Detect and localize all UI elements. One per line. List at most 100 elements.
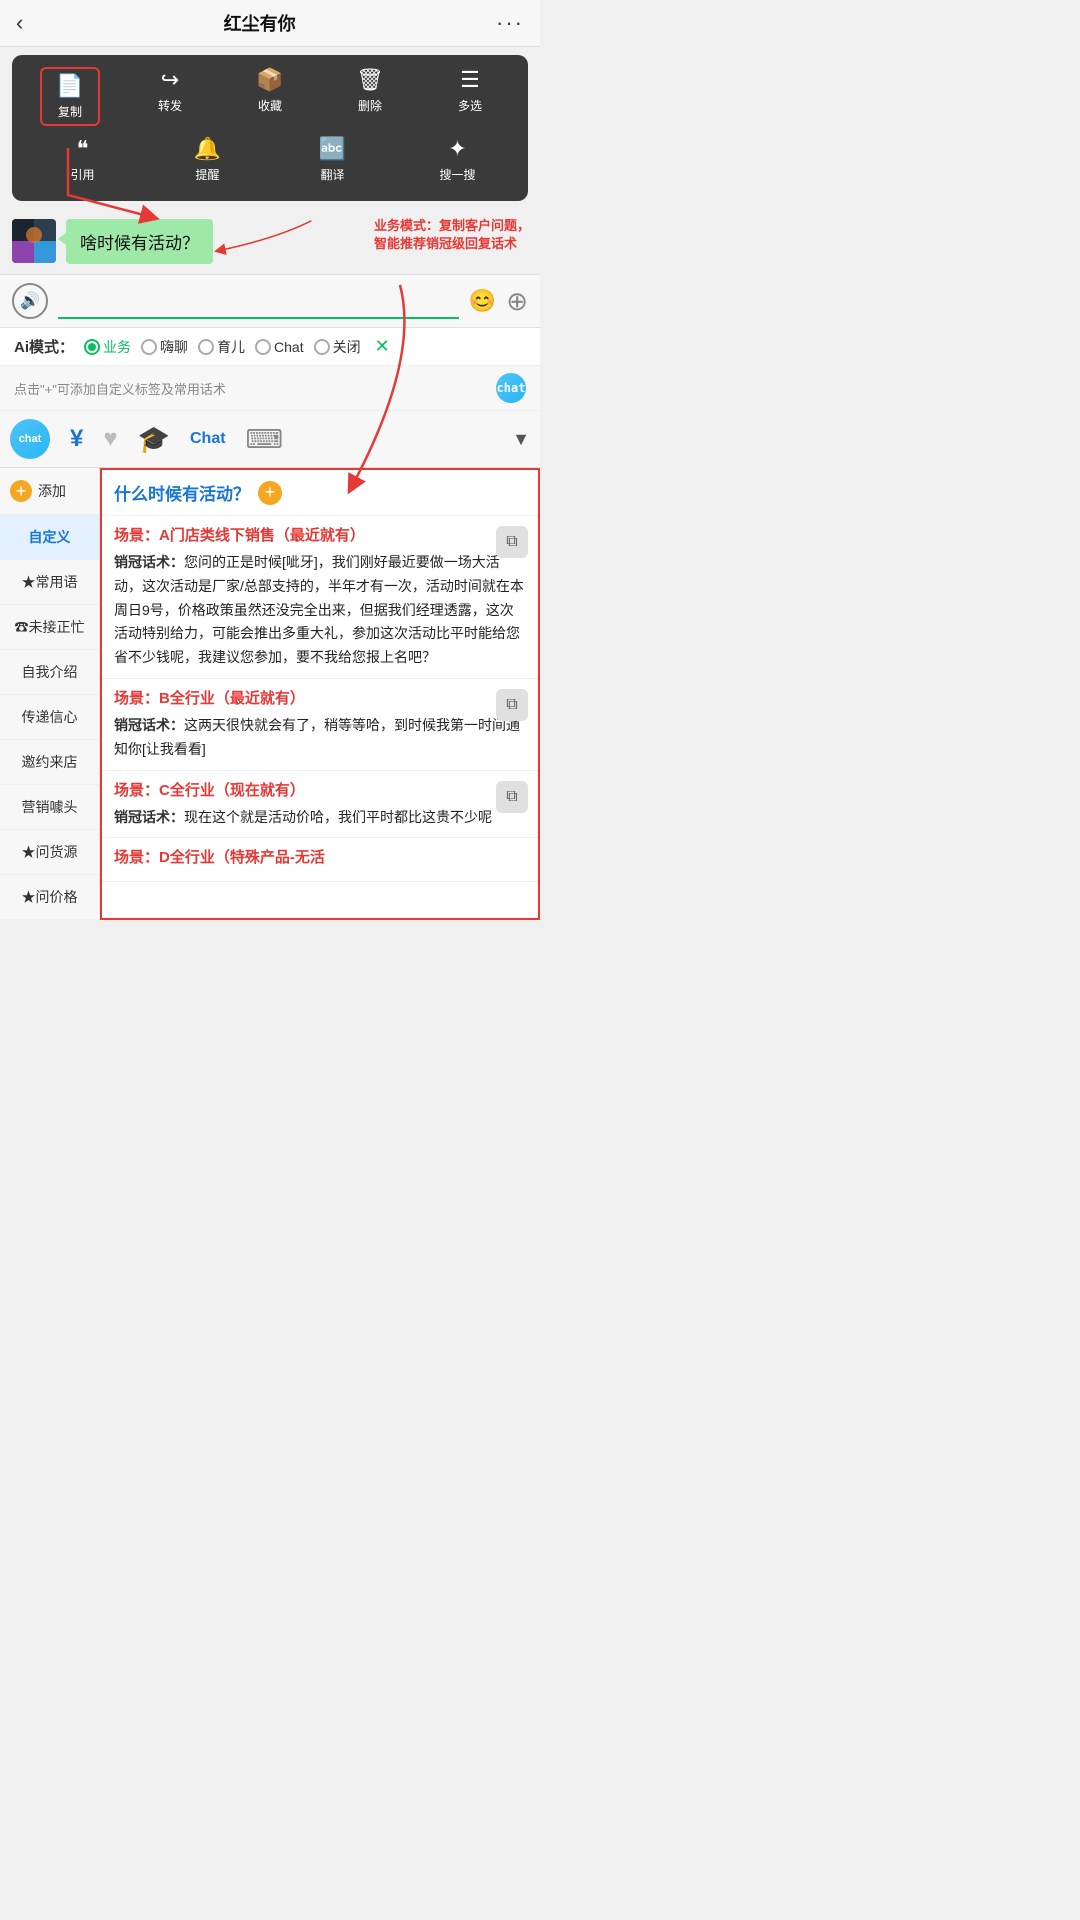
scenario-b-title: 场景：B全行业（最近就有）	[114, 687, 526, 708]
message-input[interactable]	[58, 283, 459, 319]
sidebar-item-busy[interactable]: ☎未接正忙	[0, 605, 99, 650]
radio-yuer-dot	[198, 339, 214, 355]
voice-button[interactable]: 🔊	[12, 283, 48, 319]
toolbar-heart[interactable]: ♥	[103, 425, 117, 453]
delete-label: 删除	[358, 97, 382, 114]
sidebar-item-price[interactable]: ★问价格	[0, 875, 99, 920]
sidebar-add-label: 添加	[38, 481, 66, 501]
avatar	[12, 219, 56, 263]
sidebar-item-common[interactable]: ★常用语	[0, 560, 99, 605]
forward-label: 转发	[158, 97, 182, 114]
add-circle-icon: +	[10, 480, 32, 502]
chat-area: 啥时候有活动？ 业务模式：复制客户问题，智能推荐销冠级回复话术	[0, 209, 540, 274]
scenario-b: 场景：B全行业（最近就有） ⧉ 销冠话术：这两天很快就会有了，稍等等哈，到时候我…	[102, 679, 538, 771]
sidebar-add-button[interactable]: + 添加	[0, 468, 99, 515]
scenario-c-copy[interactable]: ⧉	[496, 781, 528, 813]
quote-label: 引用	[70, 166, 94, 183]
input-bar: 🔊 😊 ⊕	[0, 274, 540, 328]
page-title: 红尘有你	[224, 10, 296, 36]
translate-menu-item[interactable]: 🔤 翻译	[303, 136, 363, 183]
radio-hailiao-dot	[141, 339, 157, 355]
hint-text: 点击"+"可添加自定义标签及常用话术	[14, 379, 226, 398]
remind-menu-item[interactable]: 🔔 提醒	[178, 136, 238, 183]
scenario-b-copy[interactable]: ⧉	[496, 689, 528, 721]
search-menu-item[interactable]: ✦ 搜一搜	[428, 136, 488, 183]
hint-chat-icon[interactable]: chat	[496, 373, 526, 403]
question-title: 什么时候有活动？	[114, 480, 250, 505]
ai-mode-bar: Ai模式： 业务 嗨聊 育儿 Chat 关闭 ✕	[0, 328, 540, 366]
toolbar-keyboard[interactable]: ⌨	[246, 424, 284, 455]
forward-icon: ↪	[161, 67, 179, 93]
mode-yuer[interactable]: 育儿	[198, 337, 245, 357]
radio-off-dot	[314, 339, 330, 355]
copy-icon-b: ⧉	[506, 696, 517, 714]
search-icon: ✦	[448, 136, 466, 162]
back-button[interactable]: ‹	[16, 10, 23, 36]
radio-off-label: 关闭	[333, 337, 361, 357]
scenario-a: 场景：A门店类线下销售（最近就有） ⧉ 销冠话术：您问的正是时候[呲牙]，我们刚…	[102, 516, 538, 679]
context-menu: 📄 复制 ↪ 转发 📦 收藏 🗑 删除 ☰ 多选 ❝ 引用 🔔 提醒 �	[12, 55, 528, 201]
quote-menu-item[interactable]: ❝ 引用	[53, 136, 113, 183]
search-label: 搜一搜	[439, 166, 475, 183]
annotation-text: 业务模式：复制客户问题，智能推荐销冠级回复话术	[374, 217, 530, 253]
mode-yewu[interactable]: 业务	[84, 337, 131, 357]
toolbar-chat-logo[interactable]: chat	[10, 419, 50, 459]
copy-icon: 📄	[56, 73, 83, 99]
mode-hailiao[interactable]: 嗨聊	[141, 337, 188, 357]
voice-icon: 🔊	[20, 291, 40, 311]
ai-mode-label: Ai模式：	[14, 336, 74, 357]
sidebar-item-trust[interactable]: 传递信心	[0, 695, 99, 740]
remind-label: 提醒	[195, 166, 219, 183]
copy-icon: ⧉	[506, 533, 517, 551]
remind-icon: 🔔	[194, 136, 221, 162]
context-menu-row-2: ❝ 引用 🔔 提醒 🔤 翻译 ✦ 搜一搜	[20, 136, 520, 183]
scenario-a-content: 销冠话术：您问的正是时候[呲牙]，我们刚好最近要做一场大活动，这次活动是厂家/总…	[114, 551, 526, 670]
favorite-icon: 📦	[256, 67, 283, 93]
sidebar-item-marketing[interactable]: 营销噱头	[0, 785, 99, 830]
close-button[interactable]: ✕	[375, 336, 390, 357]
radio-yuer-label: 育儿	[217, 337, 245, 357]
delete-menu-item[interactable]: 🗑 删除	[340, 67, 400, 126]
more-button[interactable]: ···	[496, 10, 524, 36]
copy-icon-c: ⧉	[506, 788, 517, 806]
header: ‹ 红尘有你 ···	[0, 0, 540, 47]
radio-chat-dot	[255, 339, 271, 355]
toolbar-chat-text[interactable]: Chat	[190, 430, 226, 448]
sidebar-item-invite[interactable]: 邀约来店	[0, 740, 99, 785]
scenario-c: 场景：C全行业（现在就有） ⧉ 销冠话术：现在这个就是活动价哈，我们平时都比这贵…	[102, 771, 538, 839]
multiselect-label: 多选	[458, 97, 482, 114]
main-content: + 添加 自定义 ★常用语 ☎未接正忙 自我介绍 传递信心 邀约来店 营销噱头 …	[0, 468, 540, 920]
copy-menu-item[interactable]: 📄 复制	[40, 67, 100, 126]
hint-bar: 点击"+"可添加自定义标签及常用话术 chat	[0, 366, 540, 411]
toolbar-gradcap[interactable]: 🎓	[138, 424, 170, 455]
toolbar-arrow[interactable]: ▼	[512, 429, 530, 450]
sidebar-item-intro[interactable]: 自我介绍	[0, 650, 99, 695]
scenario-a-title: 场景：A门店类线下销售（最近就有）	[114, 524, 526, 545]
radio-chat-label: Chat	[274, 339, 304, 355]
scenario-d-title: 场景：D全行业（特殊产品-无活	[114, 846, 526, 867]
right-content: 什么时候有活动？ + 场景：A门店类线下销售（最近就有） ⧉ 销冠话术：您问的正…	[100, 468, 540, 920]
quote-icon: ❝	[77, 136, 89, 162]
mode-chat[interactable]: Chat	[255, 339, 304, 355]
copy-label: 复制	[58, 103, 82, 120]
scenario-b-content: 销冠话术：这两天很快就会有了，稍等等哈，到时候我第一时间通知你[让我看看]	[114, 714, 526, 762]
radio-yewu-label: 业务	[103, 337, 131, 357]
translate-label: 翻译	[320, 166, 344, 183]
scenario-c-content: 销冠话术：现在这个就是活动价哈，我们平时都比这贵不少呢	[114, 806, 526, 830]
favorite-label: 收藏	[258, 97, 282, 114]
mode-off[interactable]: 关闭	[314, 337, 361, 357]
sidebar-item-custom[interactable]: 自定义	[0, 515, 99, 560]
scenario-c-title: 场景：C全行业（现在就有）	[114, 779, 526, 800]
multiselect-menu-item[interactable]: ☰ 多选	[440, 67, 500, 126]
context-menu-row-1: 📄 复制 ↪ 转发 📦 收藏 🗑 删除 ☰ 多选	[20, 67, 520, 126]
scenario-a-copy[interactable]: ⧉	[496, 526, 528, 558]
plus-button[interactable]: ⊕	[506, 286, 528, 317]
radio-hailiao-label: 嗨聊	[160, 337, 188, 357]
question-plus-button[interactable]: +	[258, 481, 282, 505]
sidebar-item-source[interactable]: ★问货源	[0, 830, 99, 875]
emoji-button[interactable]: 😊	[469, 288, 496, 314]
sidebar: + 添加 自定义 ★常用语 ☎未接正忙 自我介绍 传递信心 邀约来店 营销噱头 …	[0, 468, 100, 920]
toolbar-yuan[interactable]: ¥	[70, 425, 83, 453]
forward-menu-item[interactable]: ↪ 转发	[140, 67, 200, 126]
favorite-menu-item[interactable]: 📦 收藏	[240, 67, 300, 126]
